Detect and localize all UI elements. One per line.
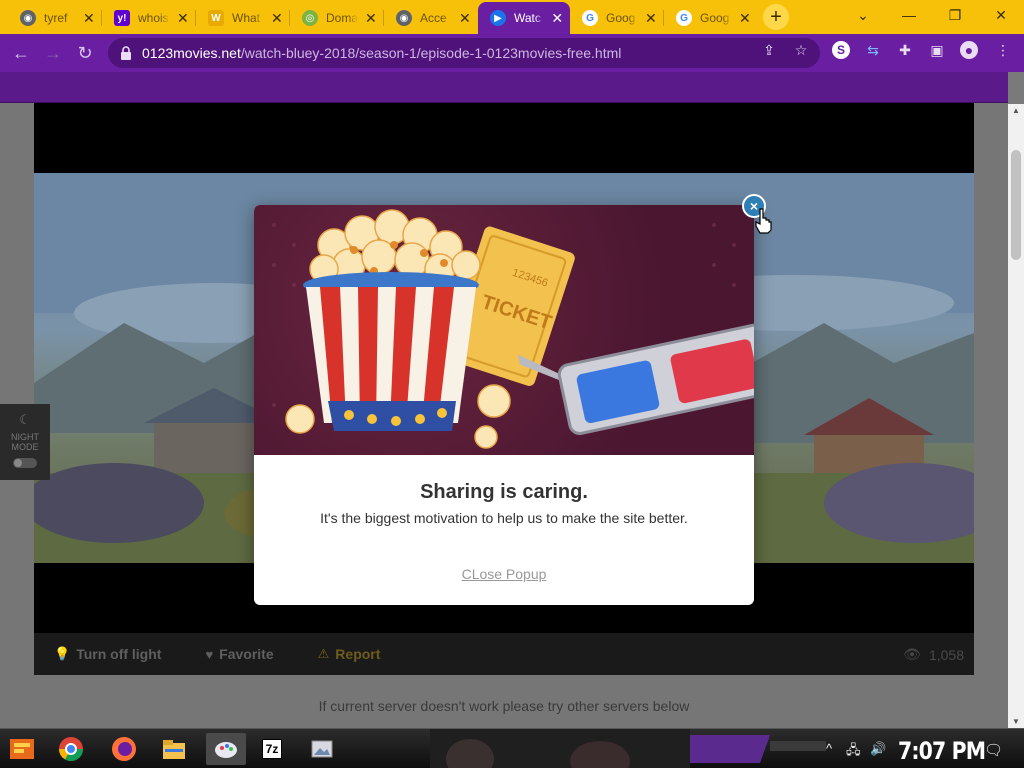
extension-s-icon[interactable]: S — [832, 41, 850, 59]
url-path: /watch-bluey-2018/season-1/episode-1-012… — [240, 45, 622, 61]
night-mode-widget[interactable]: ☾ NIGHT MODE — [0, 404, 50, 480]
yahoo-icon: y! — [114, 10, 130, 26]
lock-icon — [120, 46, 134, 60]
eye-icon: 👁 — [903, 646, 921, 662]
popcorn-ticket-illustration: TICKET 123456 — [254, 205, 754, 455]
tab-title: Goog — [700, 11, 730, 25]
bookmark-star-icon[interactable]: ☆ — [792, 41, 810, 59]
close-tab-icon[interactable]: ✕ — [550, 10, 564, 27]
translate-extension-icon[interactable]: ⇆ — [864, 41, 882, 59]
google-icon: G — [676, 10, 692, 26]
page-scrollbar[interactable]: ▲ ▼ — [1008, 104, 1024, 728]
tab-title: Doma — [326, 11, 358, 25]
tray-chevron-icon[interactable]: ^ — [826, 741, 832, 756]
file-explorer-icon[interactable] — [158, 733, 190, 765]
player-controls-bar: 💡 Turn off light ♥ Favorite ⚠ Report 👁 1… — [34, 633, 974, 675]
close-tab-icon[interactable]: ✕ — [364, 10, 378, 27]
minimize-icon[interactable]: — — [886, 0, 932, 30]
volume-icon[interactable]: 🔊 — [870, 741, 886, 757]
favorite-label: Favorite — [219, 646, 274, 662]
reload-icon[interactable]: ↻ — [72, 40, 98, 66]
extensions-puzzle-icon[interactable]: ✚ — [896, 41, 914, 59]
hand-pointer-cursor-icon — [755, 208, 772, 234]
tab-title: whois — [138, 11, 169, 25]
tab-search-chevron-icon[interactable]: ⌄ — [840, 0, 886, 30]
network-icon[interactable]: 🖧 — [846, 741, 861, 763]
popup-title: Sharing is caring. — [420, 481, 588, 503]
paint-icon[interactable] — [206, 733, 246, 765]
tab-6-active[interactable]: ▶ Watc ✕ — [478, 2, 570, 34]
firefox-icon[interactable] — [108, 733, 140, 765]
tab-title: Acce — [420, 11, 447, 25]
close-tab-icon[interactable]: ✕ — [176, 10, 190, 27]
favorite-button[interactable]: ♥ Favorite — [205, 646, 273, 662]
side-panel-icon[interactable]: ▣ — [928, 41, 946, 59]
scroll-down-arrow-icon[interactable]: ▼ — [1012, 717, 1020, 726]
scroll-up-arrow-icon[interactable]: ▲ — [1012, 106, 1020, 115]
tab-1[interactable]: ◉ tyref ✕ — [8, 2, 102, 34]
w-icon: W — [208, 10, 224, 26]
7zip-label: 7z — [261, 739, 283, 759]
share-popup-modal: TICKET 123456 Sharing is caring. It's th… — [254, 205, 754, 605]
notifications-icon[interactable]: 🗨 — [984, 741, 1003, 759]
new-tab-button[interactable]: + — [763, 4, 789, 30]
browser-toolbar: ← → ↻ 0123movies.net/watch-bluey-2018/se… — [0, 34, 1024, 72]
domain-icon: ◎ — [302, 10, 318, 26]
forward-arrow-icon[interactable]: → — [40, 40, 66, 66]
7zip-icon[interactable]: 7z — [256, 733, 288, 765]
close-tab-icon[interactable]: ✕ — [458, 10, 472, 27]
tab-4[interactable]: ◎ Doma ✕ — [290, 2, 384, 34]
url-text: 0123movies.net/watch-bluey-2018/season-1… — [142, 45, 621, 61]
popup-subtitle: It's the biggest motivation to help us t… — [320, 510, 688, 526]
close-tab-icon[interactable]: ✕ — [644, 10, 658, 27]
tab-title: tyref — [44, 11, 68, 25]
menu-kebab-icon[interactable]: ⋮ — [994, 41, 1012, 59]
moon-icon: ☾ — [19, 412, 31, 427]
heart-icon: ♥ — [205, 646, 214, 662]
night-mode-label: NIGHT MODE — [11, 432, 39, 452]
close-window-icon[interactable]: ✕ — [978, 0, 1024, 30]
turn-off-light-button[interactable]: 💡 Turn off light — [54, 646, 161, 662]
url-domain: 0123movies.net — [142, 45, 241, 61]
scrollbar-thumb[interactable] — [1011, 150, 1021, 260]
tab-title: Watc — [514, 11, 541, 25]
profile-avatar-icon[interactable]: ● — [960, 41, 978, 59]
warning-icon: ⚠ — [317, 646, 330, 661]
tab-3[interactable]: W What ✕ — [196, 2, 290, 34]
photos-icon[interactable] — [306, 733, 338, 765]
google-icon: G — [582, 10, 598, 26]
tab-5[interactable]: ◉ Acce ✕ — [384, 2, 478, 34]
turn-off-light-label: Turn off light — [76, 646, 162, 662]
night-mode-toggle[interactable] — [13, 458, 37, 468]
tab-title: What — [232, 11, 261, 25]
chrome-icon[interactable] — [55, 733, 87, 765]
close-popup-link[interactable]: CLose Popup — [462, 566, 547, 582]
site-header-band — [0, 72, 1008, 103]
system-clock[interactable]: 7:07 PM — [898, 737, 986, 765]
close-tab-icon[interactable]: ✕ — [738, 10, 752, 27]
view-count: 👁 1,058 — [903, 646, 964, 663]
popup-body: Sharing is caring. It's the biggest moti… — [254, 455, 754, 605]
tab-8[interactable]: G Goog ✕ — [664, 2, 758, 34]
close-tab-icon[interactable]: ✕ — [270, 10, 284, 27]
back-arrow-icon[interactable]: ← — [8, 40, 34, 66]
address-bar[interactable]: 0123movies.net/watch-bluey-2018/season-1… — [108, 38, 820, 68]
chrome-icon: ◉ — [20, 10, 36, 26]
play-icon: ▶ — [490, 10, 506, 26]
close-tab-icon[interactable]: ✕ — [82, 10, 96, 27]
tab-strip: ◉ tyref ✕ y! whois ✕ W What ✕ ◎ Doma ✕ ◉… — [0, 0, 1024, 34]
tab-title: Goog — [606, 11, 636, 25]
chrome-icon: ◉ — [396, 10, 412, 26]
report-button[interactable]: ⚠ Report — [318, 646, 381, 662]
report-label: Report — [335, 646, 381, 662]
view-count-value: 1,058 — [928, 646, 964, 663]
restore-icon[interactable]: ❐ — [932, 0, 978, 30]
tab-7[interactable]: G Goog ✕ — [570, 2, 664, 34]
lightbulb-icon: 💡 — [54, 646, 71, 661]
start-icon[interactable] — [6, 733, 38, 765]
tab-2[interactable]: y! whois ✕ — [102, 2, 196, 34]
share-icon[interactable]: ⇪ — [760, 41, 778, 59]
server-note: If current server doesn't work please tr… — [318, 698, 690, 714]
windows-taskbar: 7z ^ 🖧 🔊 7:07 PM 🗨 — [0, 728, 1024, 768]
